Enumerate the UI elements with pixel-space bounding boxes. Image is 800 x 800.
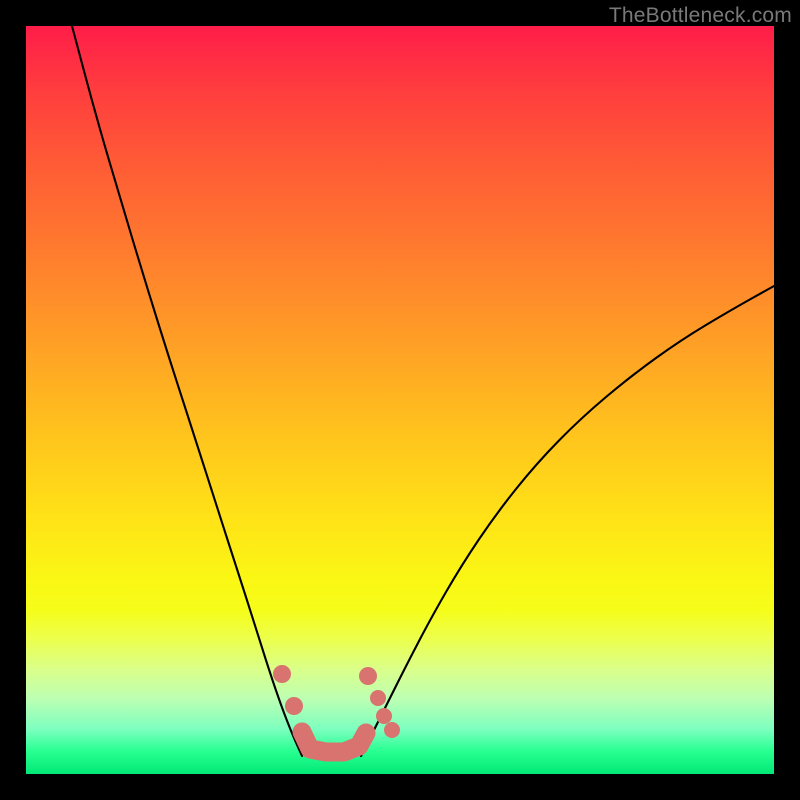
curve-marker	[376, 708, 392, 724]
curve-marker	[273, 665, 291, 683]
watermark-text: TheBottleneck.com	[609, 4, 792, 28]
curve-marker	[285, 697, 303, 715]
curve-marker	[370, 690, 386, 706]
chart-overlay-svg	[26, 26, 774, 774]
curve-marker	[384, 722, 400, 738]
curve-marker	[359, 667, 377, 685]
curve-markers-group	[273, 665, 400, 738]
left-curve	[72, 26, 302, 756]
valley-floor-marker	[302, 732, 366, 752]
right-curve	[361, 286, 774, 756]
chart-frame	[26, 26, 774, 774]
